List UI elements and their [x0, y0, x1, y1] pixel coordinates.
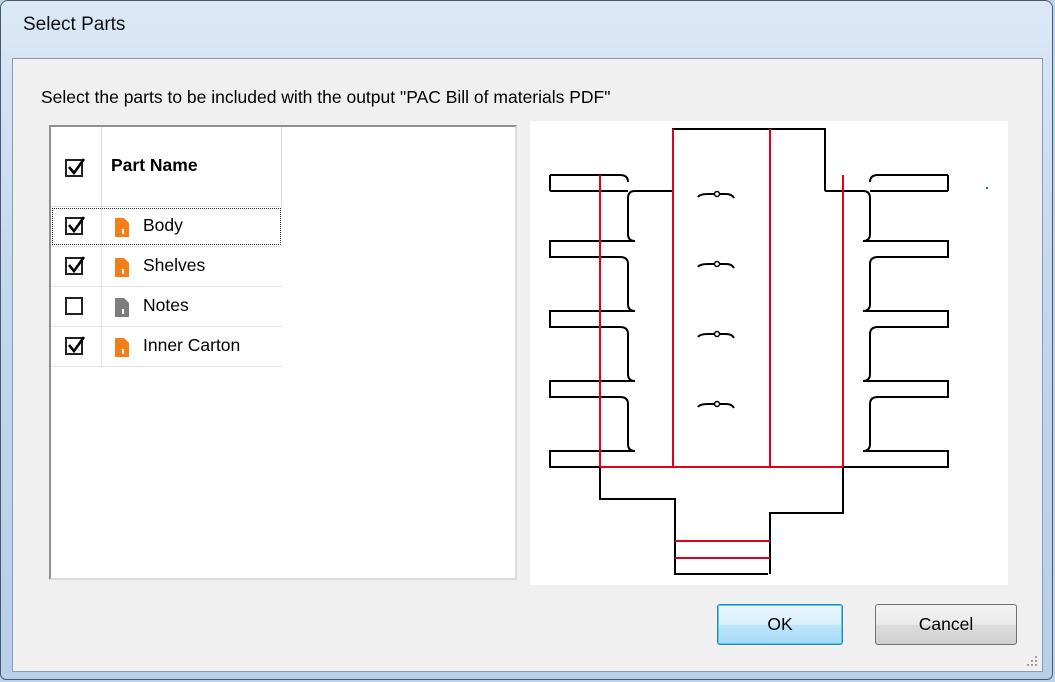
- parts-list[interactable]: Part Name Body Shelves Notes Inner Carton: [49, 125, 517, 580]
- cancel-button[interactable]: Cancel: [875, 604, 1017, 645]
- gray-part-icon: [115, 298, 129, 317]
- part-name-column-header[interactable]: Part Name: [111, 155, 198, 176]
- part-preview: [530, 121, 1008, 585]
- part-name: Body: [143, 215, 183, 235]
- part-name: Shelves: [143, 255, 206, 275]
- list-row[interactable]: Notes: [51, 287, 282, 327]
- list-row[interactable]: Body: [51, 207, 282, 247]
- row-check-cell: [51, 207, 102, 246]
- checkmark-icon: [68, 256, 86, 274]
- checkmark-icon: [68, 216, 86, 234]
- list-row[interactable]: Inner Carton: [51, 327, 282, 367]
- header-check-column: [51, 127, 102, 206]
- part-name: Notes: [143, 295, 189, 315]
- ok-button[interactable]: OK: [717, 604, 843, 645]
- orange-part-icon: [115, 218, 129, 237]
- title-bar[interactable]: Select Parts: [1, 1, 1052, 51]
- row-check-cell: [51, 287, 102, 326]
- orange-part-icon: [115, 258, 129, 277]
- row-checkbox[interactable]: [65, 256, 86, 275]
- part-name: Inner Carton: [143, 335, 241, 355]
- row-check-cell: [51, 247, 102, 286]
- checkmark-icon: [68, 336, 86, 354]
- row-checkbox[interactable]: [65, 297, 83, 315]
- select-parts-dialog: Select Parts Select the parts to be incl…: [0, 0, 1053, 680]
- select-all-checkbox[interactable]: [65, 158, 86, 177]
- row-checkbox[interactable]: [65, 336, 86, 355]
- row-checkbox[interactable]: [65, 216, 86, 235]
- list-header: Part Name: [51, 127, 282, 207]
- instruction-text: Select the parts to be included with the…: [41, 87, 611, 107]
- list-row[interactable]: Shelves: [51, 247, 282, 287]
- row-check-cell: [51, 327, 102, 366]
- dialog-body: Select the parts to be included with the…: [12, 58, 1043, 672]
- orange-part-icon: [115, 338, 129, 357]
- resize-grip-icon[interactable]: [1026, 655, 1038, 667]
- window-title: Select Parts: [23, 14, 126, 35]
- dieline-drawing: [549, 128, 988, 575]
